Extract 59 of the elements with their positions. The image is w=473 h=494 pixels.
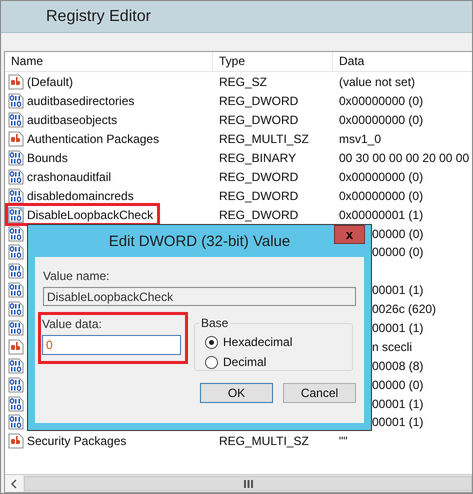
value-data-cell: 0026c (620) xyxy=(372,302,436,316)
value-data-cell-text: 0x00000000 (0) xyxy=(338,170,424,184)
value-name-cell[interactable]: auditbaseobjects xyxy=(24,113,213,128)
close-button[interactable]: x xyxy=(334,225,365,244)
scrollbar-thumb[interactable] xyxy=(24,476,472,491)
value-data-cell-text: 0x00000001 (1) xyxy=(338,208,424,222)
window-title: Registry Editor xyxy=(46,8,151,26)
value-name-cell[interactable]: Authentication Packages xyxy=(24,132,213,146)
cancel-button[interactable]: Cancel xyxy=(283,383,356,403)
value-data-cell-text: 0x00000000 (0) xyxy=(338,94,424,108)
value-data-cell-text: 0x00000000 (0) xyxy=(338,188,424,203)
value-data-cell-text: 0x00000000 (0) xyxy=(338,113,424,128)
field-label: Value data: xyxy=(42,317,103,331)
value-name-cell[interactable]: auditbasedirectories xyxy=(24,94,213,108)
value-data-cell-text: 00 30 00 00 00 20 00 00 xyxy=(338,151,470,165)
value-name-cell[interactable]: (Default) xyxy=(24,75,213,90)
value-data-cell: n scecli xyxy=(372,340,412,354)
radio-label[interactable]: Hexadecimal xyxy=(223,335,292,349)
value-data-cell-text: "" xyxy=(338,434,349,448)
value-data-field[interactable]: 0 xyxy=(42,335,181,355)
field-label: Value name: xyxy=(43,269,110,283)
value-type-cell-text: REG_DWORD xyxy=(218,94,300,108)
group-label: Base xyxy=(200,316,230,330)
horizontal-scrollbar[interactable] xyxy=(5,474,472,492)
column-header[interactable]: Data xyxy=(333,52,472,71)
value-data-cell-text: (value not set) xyxy=(338,75,416,90)
radio-button[interactable] xyxy=(205,356,218,368)
value-name-cell[interactable]: DisableLoopbackCheck xyxy=(24,208,213,222)
value-name-cell[interactable]: crashonauditfail xyxy=(24,170,213,184)
dialog-title: Edit DWORD (32-bit) Value xyxy=(108,232,290,250)
radio-label[interactable]: Decimal xyxy=(223,355,266,369)
value-type-cell-text: REG_MULTI_SZ xyxy=(218,132,310,146)
value-type-cell-text: REG_SZ xyxy=(218,75,268,90)
value-name-cell[interactable]: Bounds xyxy=(24,151,213,165)
value-data-cell: 00008 (8) xyxy=(372,358,424,373)
value-type-cell-text: REG_DWORD xyxy=(218,208,300,222)
value-name-cell[interactable]: disabledomaincreds xyxy=(24,188,213,203)
chevron-left-icon xyxy=(10,478,18,488)
value-name-cell[interactable]: Security Packages xyxy=(24,434,213,448)
value-data-cell-text: msv1_0 xyxy=(338,132,382,146)
column-header[interactable]: Type xyxy=(213,52,333,71)
scroll-left-button[interactable] xyxy=(5,475,23,492)
value-name-field: DisableLoopbackCheck xyxy=(43,287,356,306)
value-data-cell: 00000 (0) xyxy=(372,226,424,241)
value-data-cell: 00001 (1) xyxy=(372,321,424,336)
value-data-cell: 00001 (1) xyxy=(372,415,424,430)
value-type-cell-text: REG_DWORD xyxy=(218,170,300,184)
value-type-cell-text: REG_DWORD xyxy=(218,113,300,128)
value-type-cell-text: REG_BINARY xyxy=(218,151,298,165)
value-data-cell: 00001 (1) xyxy=(372,396,424,411)
ok-button[interactable]: OK xyxy=(200,383,273,403)
value-data-cell: 00000 (0) xyxy=(372,245,424,260)
value-data-cell: 00000 (0) xyxy=(372,378,424,392)
value-type-cell-text: REG_DWORD xyxy=(218,188,300,203)
value-data-cell: 00001 (1) xyxy=(372,283,424,298)
column-header[interactable]: Name xyxy=(5,52,213,71)
grip-icon xyxy=(244,480,252,488)
value-type-cell-text: REG_MULTI_SZ xyxy=(218,434,310,448)
radio-button[interactable] xyxy=(205,336,218,348)
